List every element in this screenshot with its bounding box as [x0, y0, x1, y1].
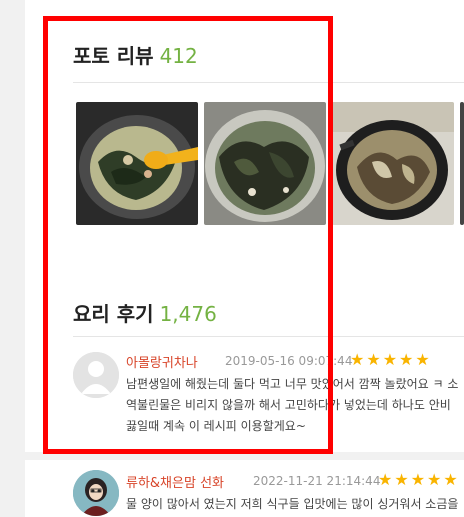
- review-item-1: 아몰랑귀차나 2019-05-16 09:07:44 ★★★★★ 남편생일에 해…: [73, 348, 464, 440]
- review-photo-3[interactable]: [332, 102, 454, 225]
- cooking-review-count: 1,476: [159, 302, 217, 326]
- star-rating: ★★★★★: [378, 470, 460, 489]
- cooking-review-title: 요리 후기: [73, 302, 154, 326]
- review-text-line: 끓일때 계속 이 레시피 이용할게요~: [126, 419, 306, 433]
- review-date: 2022-11-21 21:14:44: [253, 474, 381, 488]
- review-separator: [25, 452, 464, 460]
- photo-review-heading: 포토 리뷰 412: [73, 40, 198, 69]
- cooking-review-divider: [73, 336, 464, 337]
- cooking-review-heading: 요리 후기 1,476: [73, 298, 217, 327]
- review-photo-1[interactable]: [76, 102, 198, 225]
- photo-review-title: 포토 리뷰: [73, 44, 154, 68]
- review-date: 2019-05-16 09:07:44: [225, 354, 353, 368]
- review-photo-2[interactable]: [204, 102, 326, 225]
- review-photo-4[interactable]: [460, 102, 464, 225]
- user-avatar[interactable]: [73, 470, 119, 516]
- review-text-line: 남편생일에 해줬는데 둘다 먹고 너무 맛있어서 깜짝 놀랐어요 ㅋ 소: [126, 377, 459, 391]
- default-avatar[interactable]: [73, 352, 119, 398]
- photo-review-divider: [73, 82, 464, 83]
- review-text-line: 역불린물은 비리지 않을까 해서 고민하다가 넣었는데 하나도 안비: [126, 398, 451, 412]
- star-rating: ★★★★★: [350, 350, 432, 369]
- left-gutter: [0, 0, 25, 517]
- review-text-line: 물 양이 많아서 였는지 저희 식구들 입맛에는 많이 싱거워서 소금을: [126, 497, 459, 511]
- review-author[interactable]: 아몰랑귀차나: [126, 352, 198, 371]
- review-author[interactable]: 류하&채은맘 선화: [126, 472, 224, 491]
- photo-review-count: 412: [159, 44, 198, 68]
- review-item-2: 류하&채은맘 선화 2022-11-21 21:14:44 ★★★★★ 물 양이…: [73, 466, 464, 517]
